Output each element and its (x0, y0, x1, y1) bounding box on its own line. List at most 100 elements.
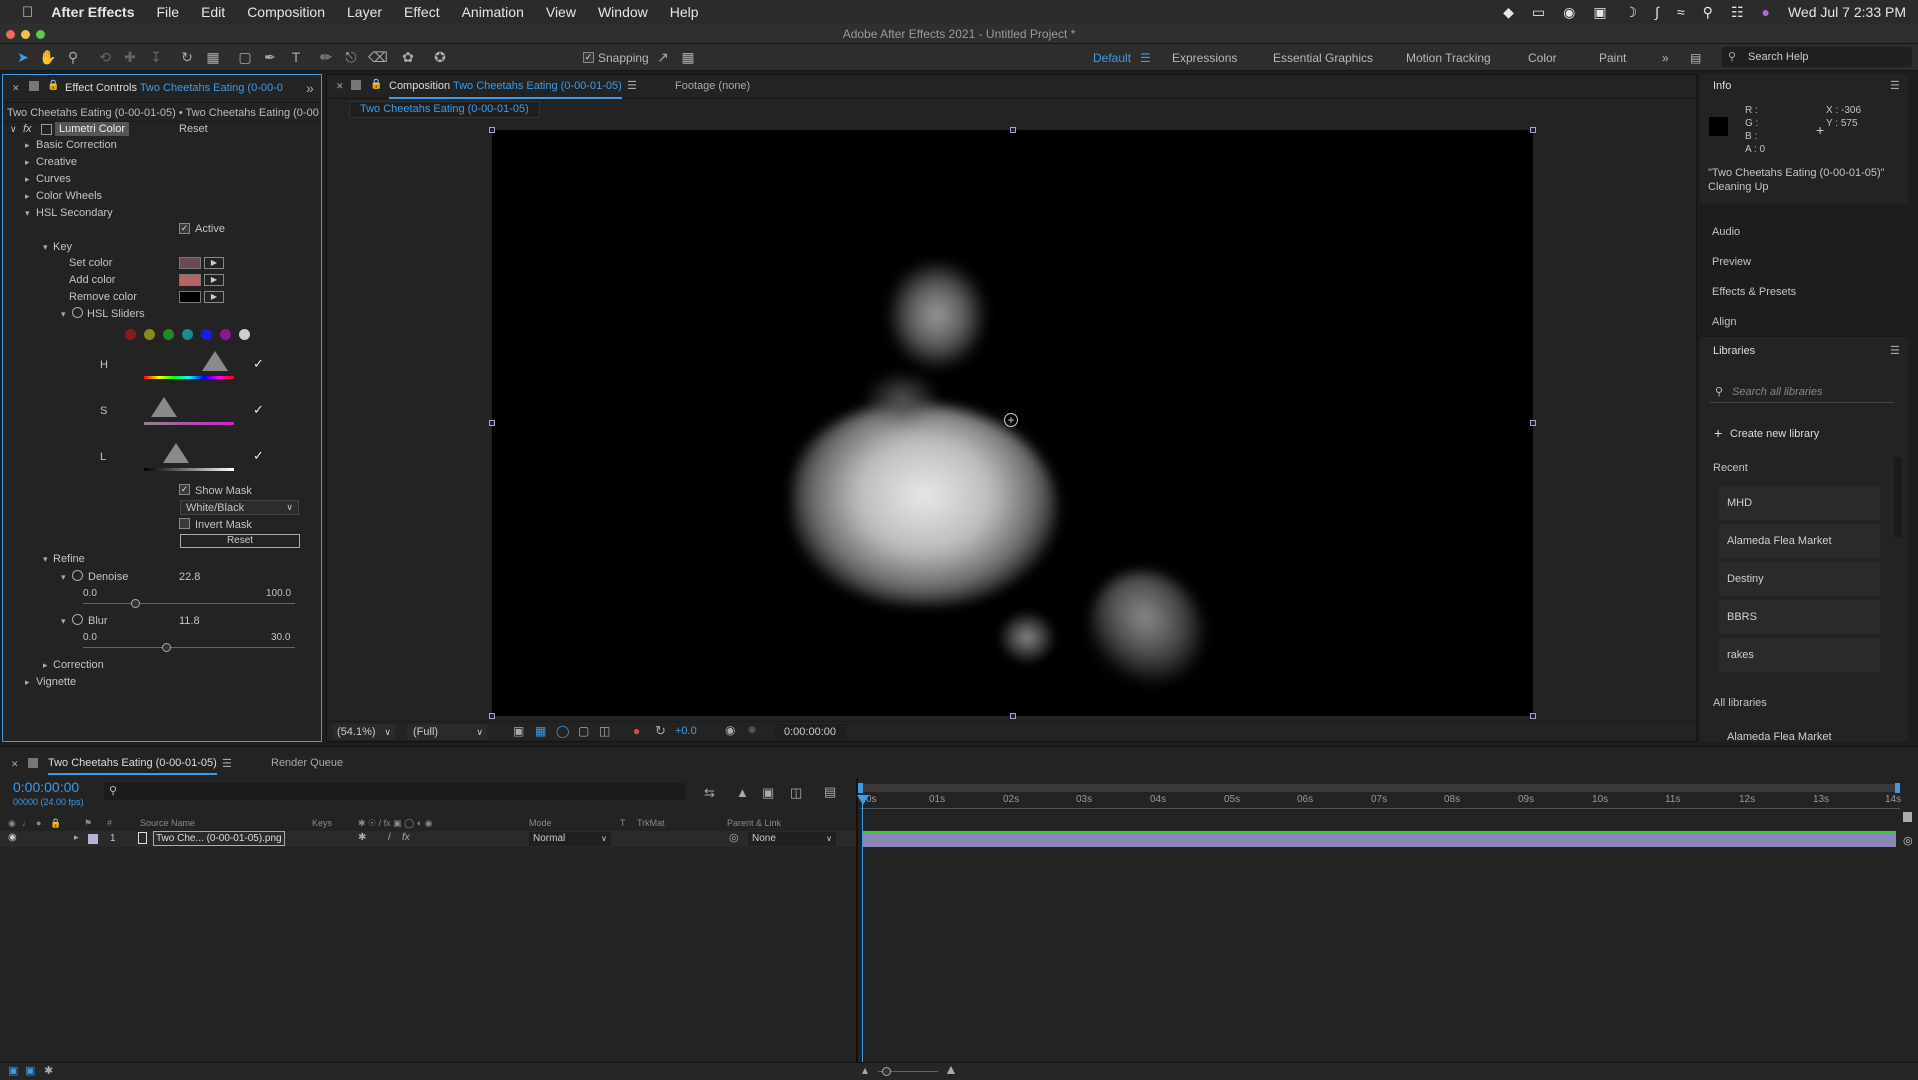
library-item-rakes[interactable]: rakes (1719, 638, 1880, 672)
menu-effect[interactable]: Effect (404, 4, 440, 20)
menu-view[interactable]: View (546, 4, 576, 20)
current-time-indicator[interactable] (862, 800, 863, 1065)
preset-blue-swatch[interactable] (201, 329, 212, 340)
wifi-icon[interactable]: ≈ (1677, 4, 1685, 20)
toggle-in-out-icon[interactable]: ✱ (44, 1064, 53, 1077)
eyedropper-icon[interactable]: ▶ (204, 291, 224, 303)
more-workspaces-icon[interactable]: » (1662, 51, 1669, 65)
library-search-field[interactable]: ⚲ Search all libraries (1710, 381, 1894, 403)
pan-tool-icon[interactable]: ✚ (122, 49, 138, 65)
section-correction[interactable]: Correction (53, 659, 104, 671)
channel-icon[interactable]: ● (633, 724, 640, 738)
key-label[interactable]: Key (53, 241, 72, 253)
pick-whip-icon[interactable]: ◎ (729, 831, 739, 844)
stopwatch-icon[interactable] (72, 307, 83, 318)
timeline-divider[interactable] (856, 778, 858, 1068)
collapse-effect-icon[interactable]: ∨ (10, 124, 17, 135)
composition-viewer[interactable]: + (492, 130, 1533, 716)
graph-editor-icon[interactable]: ▤ (824, 784, 836, 800)
blur-slider-track[interactable] (83, 647, 295, 648)
roto-brush-tool-icon[interactable]: ✿ (400, 49, 416, 65)
blur-slider-handle[interactable] (162, 643, 171, 652)
section-curves[interactable]: Curves (36, 173, 71, 185)
fx-switch-icon[interactable]: fx (402, 832, 410, 843)
luminance-range-handle[interactable] (163, 443, 189, 463)
align-panel-tab[interactable]: Align (1700, 307, 1908, 337)
library-item-alameda-all[interactable]: Alameda Flea Market (1727, 731, 1832, 743)
library-item-mhd[interactable]: MHD (1719, 486, 1880, 520)
transform-handle[interactable] (1010, 713, 1016, 719)
section-color-wheels[interactable]: Color Wheels (36, 190, 102, 202)
disclosure-open-icon[interactable]: ▾ (61, 616, 66, 627)
mask-mode-dropdown[interactable]: White/Black ∨ (180, 500, 299, 515)
clock[interactable]: Wed Jul 7 2:33 PM (1788, 4, 1906, 20)
workspace-default[interactable]: Default (1093, 51, 1131, 65)
minimize-window-button[interactable] (21, 30, 30, 39)
dropbox-icon[interactable]: ◆ (1503, 4, 1514, 21)
library-item-bbrs[interactable]: BBRS (1719, 600, 1880, 634)
zoom-in-icon[interactable]: ▲ (944, 1061, 958, 1077)
solo-column-icon[interactable]: ● (36, 818, 41, 828)
disclosure-open-icon[interactable]: ▾ (61, 572, 66, 583)
timeline-tab[interactable]: Two Cheetahs Eating (0-00-01-05) (48, 757, 217, 775)
eyedropper-icon[interactable]: ▶ (204, 274, 224, 286)
timeline-menu-icon[interactable]: ☰ (222, 757, 232, 770)
audio-panel-tab[interactable]: Audio (1700, 217, 1908, 247)
col-source-name[interactable]: Source Name (140, 818, 195, 828)
clone-stamp-tool-icon[interactable]: ⎋ (343, 49, 359, 65)
blur-value[interactable]: 11.8 (179, 615, 200, 627)
add-color-swatch[interactable] (179, 274, 201, 286)
library-item-destiny[interactable]: Destiny (1719, 562, 1880, 596)
comp-end-marker[interactable] (1903, 812, 1912, 822)
workspace-paint[interactable]: Paint (1599, 51, 1626, 65)
transparency-grid-icon[interactable]: ▦ (535, 724, 546, 738)
workspace-color[interactable]: Color (1528, 51, 1557, 65)
fast-previews-icon[interactable]: ▣ (513, 724, 524, 738)
exposure-value[interactable]: +0.0 (675, 725, 697, 737)
quality-switch-icon[interactable]: / (388, 832, 391, 843)
snapping-checkbox[interactable]: ✓ (583, 52, 594, 63)
zoom-out-icon[interactable]: ▴ (862, 1063, 868, 1077)
snap-grid-icon[interactable]: ▦ (680, 49, 696, 65)
work-area-start-handle[interactable] (858, 783, 863, 793)
section-basic-correction[interactable]: Basic Correction (36, 139, 117, 151)
composition-sub-tab[interactable]: Two Cheetahs Eating (0-00-01-05) (349, 101, 540, 118)
disclosure-icon[interactable]: ▸ (25, 140, 30, 151)
rotate-tool-icon[interactable]: ↻ (179, 49, 195, 65)
disclosure-open-icon[interactable]: ▾ (43, 242, 48, 253)
transform-handle[interactable] (489, 713, 495, 719)
disclosure-open-icon[interactable]: ▾ (25, 208, 30, 219)
brush-tool-icon[interactable]: ✏ (318, 49, 334, 65)
menu-animation[interactable]: Animation (462, 4, 524, 20)
expand-layer-icon[interactable]: ▸ (74, 832, 79, 843)
close-panel-icon[interactable]: ✕ (11, 759, 19, 770)
preset-cyan-swatch[interactable] (182, 329, 193, 340)
panel-menu-icon[interactable]: ☰ (1890, 344, 1900, 357)
visibility-eye-icon[interactable]: ◉ (8, 832, 17, 843)
menu-file[interactable]: File (157, 4, 180, 20)
effect-name[interactable]: Lumetri Color (55, 122, 130, 136)
eraser-tool-icon[interactable]: ⌫ (368, 49, 388, 65)
effect-reset-link[interactable]: Reset (179, 123, 208, 135)
work-area-end-handle[interactable] (1895, 783, 1900, 793)
show-mask-checkbox[interactable]: ✓ (179, 484, 190, 495)
disclosure-open-icon[interactable]: ▾ (43, 554, 48, 565)
section-hsl-secondary[interactable]: HSL Secondary (36, 207, 113, 219)
transform-handle[interactable] (489, 420, 495, 426)
zoom-dropdown[interactable]: (54.1%) ∨ (333, 724, 395, 740)
label-column-icon[interactable]: ⚑ (84, 818, 92, 829)
preview-panel-tab[interactable]: Preview (1700, 247, 1908, 277)
close-panel-icon[interactable]: ✕ (12, 83, 20, 94)
dolly-tool-icon[interactable]: ↧ (148, 49, 164, 65)
zoom-slider-handle[interactable] (882, 1067, 891, 1076)
playhead-handle[interactable] (857, 795, 869, 805)
panel-menu-icon[interactable]: ☰ (1890, 79, 1900, 92)
hsl-sliders-label[interactable]: HSL Sliders (87, 308, 145, 320)
saturation-slider[interactable] (144, 422, 234, 425)
close-panel-icon[interactable]: ✕ (336, 81, 344, 92)
resolution-dropdown[interactable]: (Full) ∨ (407, 724, 487, 740)
selection-tool-icon[interactable]: ➤ (15, 49, 31, 65)
disclosure-icon[interactable]: ▸ (25, 191, 30, 202)
remove-color-swatch[interactable] (179, 291, 201, 303)
luminance-slider[interactable] (144, 468, 234, 471)
